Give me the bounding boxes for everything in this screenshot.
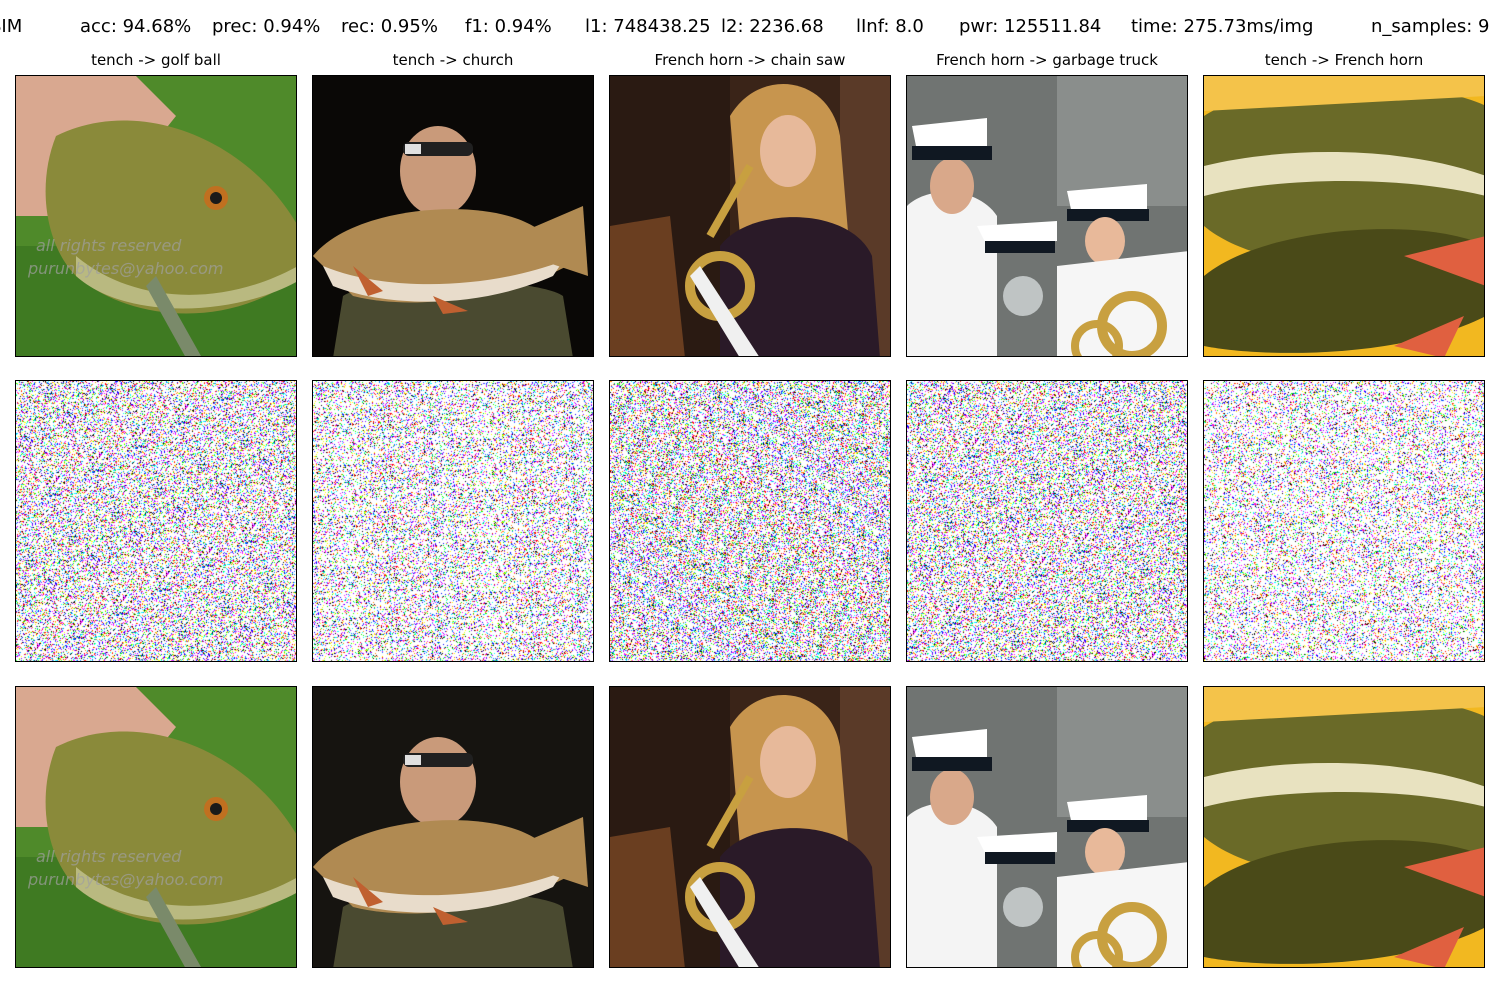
metrics-header: SIM acc: 94.68% prec: 0.94% rec: 0.95% f…: [0, 16, 1500, 42]
svg-text:purunbytes@yahoo.com: purunbytes@yahoo.com: [27, 870, 223, 889]
column-title-4: French horn -> garbage truck: [936, 51, 1158, 69]
accuracy-metric: acc: 94.68%: [80, 16, 192, 37]
adversarial-image-4: [906, 686, 1188, 968]
time-metric: time: 275.73ms/img: [1131, 16, 1314, 37]
adversarial-image-1: all rights reserved purunbytes@yahoo.com: [15, 686, 297, 968]
l2-metric: l2: 2236.68: [721, 16, 824, 37]
power-metric: pwr: 125511.84: [959, 16, 1102, 37]
precision-metric: prec: 0.94%: [212, 16, 321, 37]
original-image-3: [609, 75, 891, 357]
perturbation-image-1: [15, 380, 297, 662]
svg-text:all rights reserved: all rights reserved: [36, 236, 182, 255]
original-image-1: all rights reserved purunbytes@yahoo.com: [15, 75, 297, 357]
linf-metric: lInf: 8.0: [856, 16, 924, 37]
perturbation-image-2: [312, 380, 594, 662]
column-title-2: tench -> church: [392, 51, 514, 69]
perturbation-image-4: [906, 380, 1188, 662]
perturbation-image-5: [1203, 380, 1485, 662]
f1-metric: f1: 0.94%: [465, 16, 552, 37]
adversarial-image-3: [609, 686, 891, 968]
n-samples-metric: n_samples: 9: [1371, 16, 1490, 37]
adversarial-image-5: [1203, 686, 1485, 968]
adversarial-image-2: [312, 686, 594, 968]
perturbation-image-3: [609, 380, 891, 662]
recall-metric: rec: 0.95%: [341, 16, 438, 37]
original-image-5: [1203, 75, 1485, 357]
svg-text:purunbytes@yahoo.com: purunbytes@yahoo.com: [27, 259, 223, 278]
svg-text:all rights reserved: all rights reserved: [36, 847, 182, 866]
column-title-5: tench -> French horn: [1264, 51, 1424, 69]
method-label: SIM: [0, 16, 23, 37]
column-title-3: French horn -> chain saw: [654, 51, 846, 69]
column-title-1: tench -> golf ball: [91, 51, 221, 69]
original-image-2: [312, 75, 594, 357]
l1-metric: l1: 748438.25: [585, 16, 711, 37]
original-image-4: [906, 75, 1188, 357]
